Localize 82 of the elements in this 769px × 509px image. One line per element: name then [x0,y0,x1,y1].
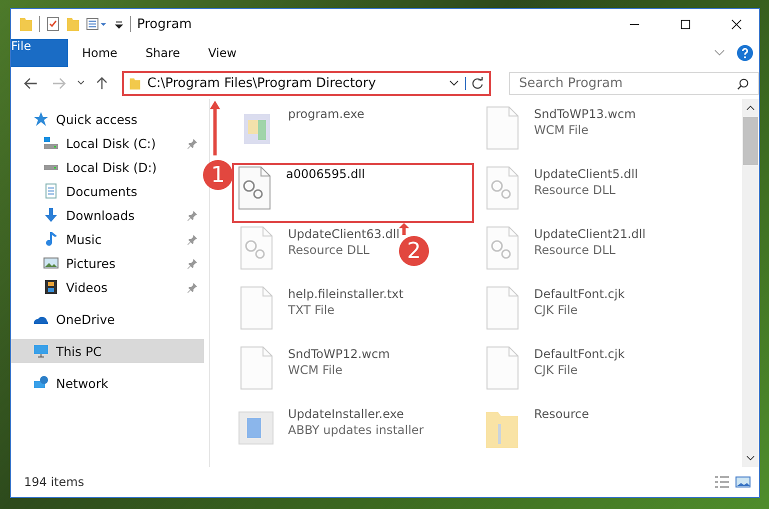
maximize-icon[interactable] [680,18,691,30]
gear-file-icon [236,166,272,210]
pin-icon[interactable] [187,258,198,268]
file-type: Resource DLL [534,242,616,258]
up-arrow-icon[interactable] [95,76,110,90]
search-field[interactable]: Search Program [509,72,759,94]
gear-file-icon [484,226,520,270]
drive-icon [43,135,59,151]
file-name[interactable]: UpdateClient63.dll [288,226,400,242]
star-icon [33,111,49,127]
picture-icon [43,255,59,271]
large-icons-view-icon[interactable] [735,475,751,489]
scrollbar-thumb[interactable] [743,117,758,165]
gear-file-icon [484,166,520,210]
file-name[interactable]: UpdateInstaller.exe [288,406,424,422]
pin-icon[interactable] [187,138,198,148]
file-name[interactable]: Resource [534,406,590,422]
file-name[interactable]: a0006595.dll [286,166,365,182]
scroll-down-icon[interactable] [746,455,755,461]
sidebar-item[interactable]: Network [11,371,200,395]
file-icon [484,106,520,150]
pin-icon[interactable] [187,210,198,220]
sidebar-item[interactable]: Documents [11,179,200,203]
file-type: WCM File [288,362,344,378]
search-icon [737,78,749,90]
file-type: Resource DLL [534,182,616,198]
scroll-up-icon[interactable] [746,105,755,111]
file-type: ABBY updates installer [288,422,424,438]
file-name[interactable]: DefaultFont.cjk [534,346,625,362]
window-title: Program [137,16,192,32]
checklist-icon[interactable] [46,16,60,32]
details-view-icon[interactable] [714,475,730,489]
file-tab[interactable]: File [11,39,68,67]
sidebar-item[interactable]: Videos [11,275,200,299]
file-name[interactable]: program.exe [288,106,364,122]
back-arrow-icon[interactable] [24,76,38,90]
sidebar-item[interactable]: Music [11,227,200,251]
file-name[interactable]: UpdateClient21.dll [534,226,646,242]
close-icon[interactable] [731,18,742,30]
monitor-icon [33,343,49,359]
file-icon [484,346,520,390]
file-name[interactable]: DefaultFont.cjk [534,286,625,302]
film-icon [43,279,59,295]
file-type: WCM File [534,122,590,138]
file-icon [238,346,274,390]
sidebar-item[interactable]: Local Disk (D:) [11,155,200,179]
file-type: Resource DLL [288,242,370,258]
properties-icon[interactable] [86,16,108,32]
file-name[interactable]: SndToWP13.wcm [534,106,636,122]
document-icon [43,183,59,199]
drive-icon [43,164,59,170]
ribbon-tab[interactable]: View [194,39,251,67]
ribbon-tab[interactable]: Share [131,39,194,67]
file-name[interactable]: UpdateClient5.dll [534,166,638,182]
help-icon[interactable] [737,45,753,61]
dropdown-icon[interactable] [449,80,459,86]
file-type: CJK File [534,362,579,378]
address-path: C:\Program Files\Program Directory [147,76,377,90]
network-icon [33,375,49,391]
file-name[interactable]: help.fileinstaller.txt [288,286,404,302]
file-type: TXT File [288,302,336,318]
sidebar-item[interactable]: OneDrive [11,307,200,331]
gear-file-icon [238,226,274,270]
music-note-icon [43,231,59,247]
sidebar-item[interactable]: Quick access [11,107,200,131]
sidebar-item[interactable]: Local Disk (C:) [11,131,200,155]
folder-icon [129,76,142,90]
recent-dropdown-icon[interactable] [76,80,84,86]
sidebar-item[interactable]: Pictures [11,251,200,275]
item-count: 194 items [24,475,84,489]
file-icon [238,286,274,330]
pin-icon[interactable] [187,282,198,292]
sidebar-item[interactable]: This PC [11,339,204,363]
address-bar[interactable]: C:\Program Files\Program Directory [122,70,491,96]
chevron-icon[interactable] [714,49,725,57]
file-icon [484,286,520,330]
file-type: CJK File [534,302,579,318]
ribbon-tab[interactable]: Home [68,39,132,67]
download-arrow-icon [43,207,59,223]
file-name[interactable]: SndToWP12.wcm [288,346,390,362]
sidebar-item[interactable]: Downloads [11,203,200,227]
pin-icon[interactable] [187,234,198,244]
